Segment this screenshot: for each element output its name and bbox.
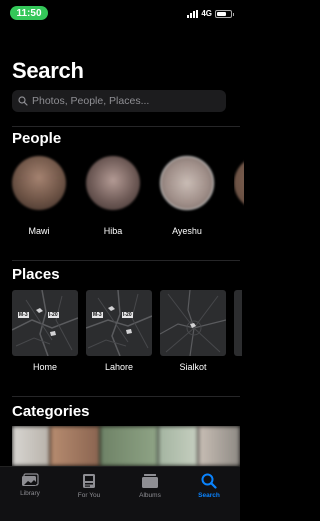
avatar [12, 156, 66, 210]
avatar [160, 156, 214, 210]
status-bar: 11:50 4G [0, 0, 240, 24]
map-thumbnail [234, 290, 242, 356]
person-mawi[interactable]: Mawi [12, 156, 66, 236]
place-lahore[interactable]: M-3 I-20 Lahore [86, 290, 152, 372]
magnifier-icon [18, 96, 28, 106]
person-name: Ayeshu [172, 226, 202, 236]
tab-label: Search [198, 492, 220, 499]
tab-label: Albums [139, 492, 161, 499]
road-label: M-3 [18, 312, 29, 318]
person-ayeshu[interactable]: Ayeshu [160, 156, 214, 236]
tab-label: Library [20, 490, 40, 497]
tab-bar: Library For You Albums Search [0, 466, 240, 521]
map-roads [12, 290, 78, 356]
page-title: Search [12, 58, 84, 83]
place-name: Sialkot [179, 362, 207, 372]
network-type: 4G [201, 9, 212, 18]
category-thumbnail[interactable] [100, 426, 158, 466]
person-partial[interactable] [234, 156, 244, 210]
place-name: Home [32, 362, 57, 372]
tab-albums[interactable]: Albums [125, 473, 175, 499]
section-divider [12, 260, 240, 261]
category-thumbnail[interactable] [158, 426, 198, 466]
category-thumbnail[interactable] [12, 426, 50, 466]
map-thumbnail [160, 290, 226, 356]
search-input[interactable] [28, 95, 212, 107]
people-heading: People [12, 130, 62, 147]
map-roads [160, 290, 226, 356]
place-home[interactable]: M-3 I-20 Home [12, 290, 78, 372]
tab-label: For You [77, 492, 101, 499]
signal-icon [187, 9, 199, 18]
for-you-icon [83, 474, 95, 488]
avatar [234, 156, 244, 210]
person-name: Mawi [28, 226, 50, 236]
road-label: M-3 [92, 312, 103, 318]
search-bar[interactable] [12, 90, 226, 112]
status-time: 11:50 [10, 6, 48, 20]
categories-strip[interactable] [12, 426, 240, 466]
map-roads [86, 290, 152, 356]
battery-icon [215, 9, 234, 18]
place-name: Lahore [104, 362, 134, 372]
person-name: Hiba [103, 226, 123, 236]
library-icon [22, 473, 39, 486]
places-heading: Places [12, 266, 60, 283]
tab-library[interactable]: Library [5, 473, 55, 497]
map-thumbnail: M-3 I-20 [86, 290, 152, 356]
section-divider [12, 126, 240, 127]
section-divider [12, 396, 240, 397]
tab-search[interactable]: Search [184, 473, 234, 499]
road-label: I-20 [122, 312, 133, 318]
category-thumbnail[interactable] [198, 426, 240, 466]
status-indicators: 4G [187, 9, 234, 18]
place-partial[interactable] [234, 290, 242, 356]
avatar [86, 156, 140, 210]
categories-heading: Categories [12, 403, 90, 420]
albums-icon [142, 474, 158, 488]
road-label: I-20 [48, 312, 59, 318]
place-sialkot[interactable]: Sialkot [160, 290, 226, 372]
category-thumbnail[interactable] [50, 426, 100, 466]
person-hiba[interactable]: Hiba [86, 156, 140, 236]
tab-for-you[interactable]: For You [64, 473, 114, 499]
map-thumbnail: M-3 I-20 [12, 290, 78, 356]
search-icon [201, 473, 217, 489]
